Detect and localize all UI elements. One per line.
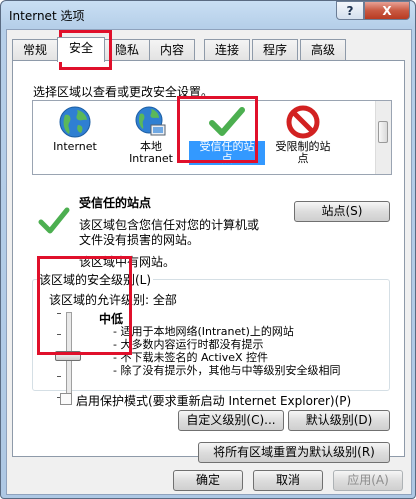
- zone-label: 受限制的站点: [275, 140, 331, 165]
- checkmark-icon: [209, 107, 245, 136]
- internet-options-window: Internet 选项 ? X 常规 安全 隐私 内容 连接 程序 高级 选择区…: [0, 0, 416, 499]
- protected-mode-checkbox[interactable]: [60, 393, 72, 405]
- custom-level-button[interactable]: 自定义级别(C)...: [178, 410, 284, 431]
- tab-general[interactable]: 常规: [12, 39, 58, 61]
- intranet-globe-icon: [135, 106, 166, 136]
- tab-programs[interactable]: 程序: [252, 39, 298, 61]
- zone-has-sites-text: 该区域中有网站。: [79, 255, 176, 269]
- globe-icon: [59, 106, 91, 138]
- security-level-group-label: 该区域的安全级别(L): [37, 271, 154, 288]
- zone-restricted-sites[interactable]: 受限制的站点: [265, 101, 341, 174]
- default-level-button[interactable]: 默认级别(D): [288, 410, 390, 431]
- zones-prompt: 选择区域以查看或更改安全设置。: [33, 85, 214, 99]
- reset-all-zones-button[interactable]: 将所有区域重置为默认级别(R): [198, 442, 390, 463]
- zone-info-title: 受信任的站点: [79, 196, 152, 210]
- help-button[interactable]: ?: [336, 1, 364, 20]
- zone-info-desc-line2: 文件没有损害的网站。: [79, 233, 200, 247]
- sites-button[interactable]: 站点(S): [294, 201, 390, 222]
- zone-label: 本地 Intranet: [129, 140, 173, 165]
- trusted-zone-check-icon: [38, 207, 70, 234]
- tab-privacy[interactable]: 隐私: [104, 39, 150, 61]
- title-bar[interactable]: Internet 选项 ? X: [1, 1, 415, 29]
- level-bullet: - 适用于本地网络(Intranet)上的网站: [113, 325, 294, 338]
- tab-connections[interactable]: 连接: [204, 39, 250, 61]
- allowed-levels-text: 该区域的允许级别: 全部: [49, 293, 177, 307]
- security-level-slider-thumb[interactable]: [55, 351, 81, 361]
- tab-security[interactable]: 安全: [57, 37, 105, 62]
- ok-button[interactable]: 确定: [173, 470, 243, 491]
- zone-list: Internet 本地 Intranet 受信任的站 点 受限制的站 点: [32, 100, 392, 175]
- close-button[interactable]: X: [364, 1, 410, 20]
- scrollbar-thumb[interactable]: [378, 121, 388, 143]
- zone-trusted-sites[interactable]: 受信任的站点: [189, 101, 265, 174]
- zone-label: Internet: [53, 140, 97, 153]
- cancel-button[interactable]: 取消: [253, 470, 323, 491]
- restricted-icon: [286, 105, 320, 139]
- zone-local-intranet[interactable]: 本地 Intranet: [113, 101, 189, 174]
- zone-list-scrollbar[interactable]: [375, 101, 391, 174]
- tab-advanced[interactable]: 高级: [300, 39, 346, 61]
- apply-button[interactable]: 应用(A): [333, 470, 403, 491]
- zone-label: 受信任的站点: [189, 141, 265, 165]
- window-title: Internet 选项: [9, 9, 85, 23]
- level-bullet: - 大多数内容运行时都没有提示: [113, 338, 264, 351]
- tab-content[interactable]: 内容: [149, 39, 195, 61]
- level-bullet: - 除了没有提示外，其他与中等级别安全级相同: [113, 364, 341, 377]
- dialog-body: 常规 安全 隐私 内容 连接 程序 高级 选择区域以查看或更改安全设置。 Int…: [6, 29, 412, 495]
- protected-mode-label: 启用保护模式(要求重新启动 Internet Explorer)(P): [76, 394, 352, 408]
- security-panel: 选择区域以查看或更改安全设置。 Internet 本地 Intranet 受信任…: [12, 60, 405, 463]
- level-bullet: - 不下载未签名的 ActiveX 控件: [113, 351, 269, 364]
- zone-internet[interactable]: Internet: [37, 101, 113, 174]
